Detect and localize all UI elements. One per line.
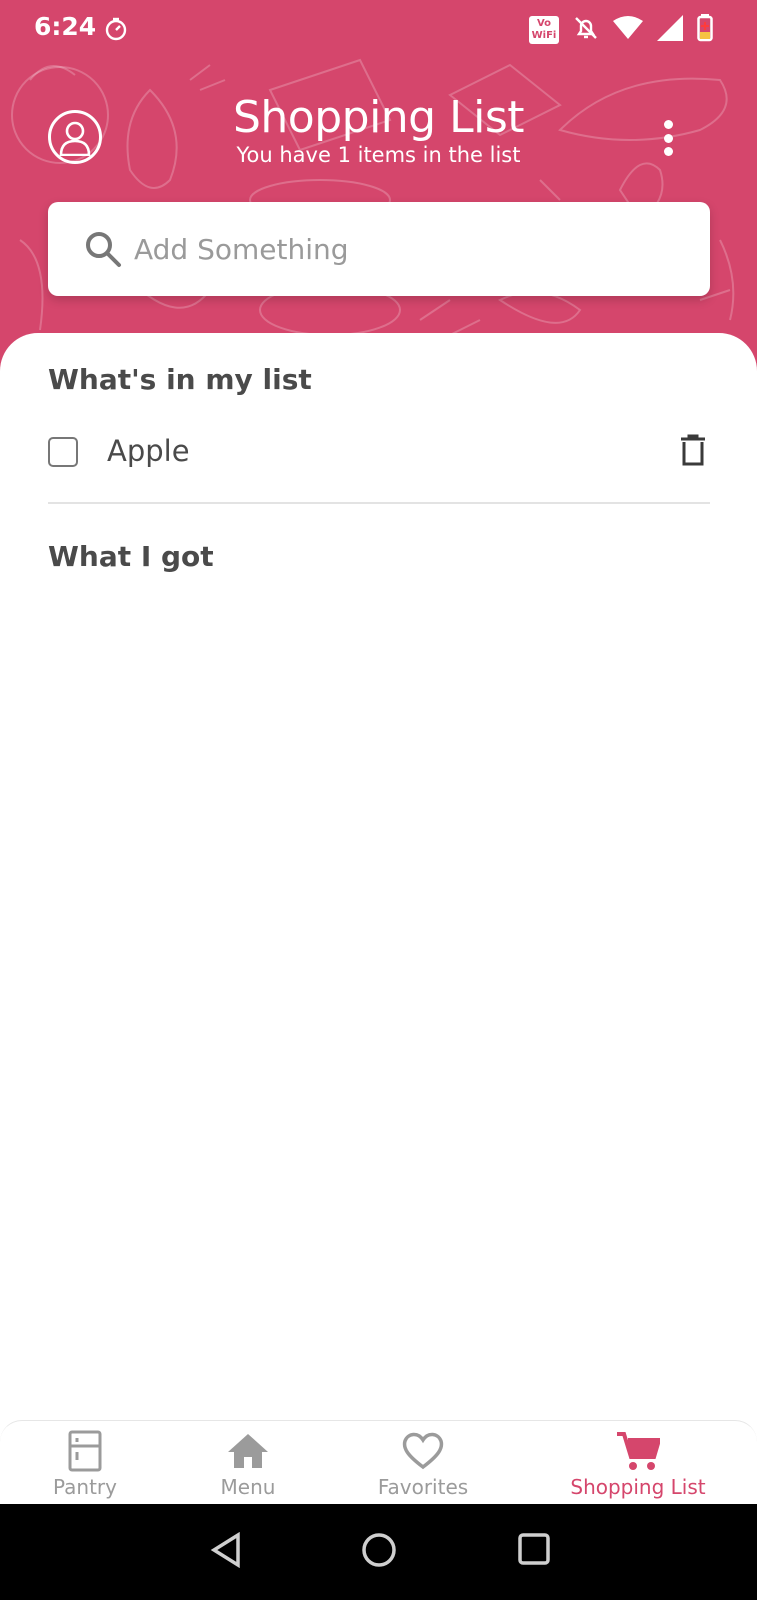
tab-shopping-list[interactable]: Shopping List bbox=[568, 1421, 708, 1505]
bottom-tab-bar: Pantry Menu Favorites Shopping List bbox=[0, 1420, 757, 1504]
wifi-icon bbox=[613, 16, 643, 44]
back-icon bbox=[210, 1531, 240, 1569]
status-bar: 6:24 Vo WiFi bbox=[0, 0, 757, 56]
food-doodle-background bbox=[11, 58, 735, 341]
item-label: Apple bbox=[107, 434, 190, 468]
home-icon bbox=[228, 1434, 268, 1468]
tab-favorites[interactable]: Favorites bbox=[373, 1421, 473, 1505]
tab-label: Pantry bbox=[53, 1475, 117, 1499]
more-options-button[interactable] bbox=[650, 118, 686, 158]
more-vertical-dot bbox=[663, 133, 673, 143]
search-icon bbox=[86, 232, 121, 267]
status-time: 6:24 bbox=[34, 12, 97, 41]
trash-icon bbox=[681, 434, 705, 466]
more-vertical-dot bbox=[663, 147, 673, 156]
home-circle-icon bbox=[362, 1533, 396, 1567]
item-count-subtitle: You have 1 items in the list bbox=[236, 143, 521, 167]
section-title-got: What I got bbox=[48, 540, 214, 573]
page-title: Shopping List bbox=[232, 92, 525, 143]
vowifi-icon: Vo WiFi bbox=[529, 16, 559, 44]
section-divider bbox=[48, 502, 710, 504]
recents-icon bbox=[518, 1533, 550, 1565]
tab-label: Shopping List bbox=[570, 1475, 706, 1499]
search-bar[interactable] bbox=[48, 202, 710, 296]
signal-icon bbox=[657, 15, 683, 45]
cart-icon bbox=[617, 1432, 660, 1470]
home-button[interactable] bbox=[361, 1532, 397, 1572]
delete-item-button[interactable] bbox=[680, 434, 706, 470]
tab-label: Favorites bbox=[377, 1475, 469, 1499]
bell-off-icon bbox=[573, 15, 599, 45]
tab-pantry[interactable]: Pantry bbox=[45, 1421, 125, 1505]
tab-menu[interactable]: Menu bbox=[208, 1421, 288, 1505]
tab-label: Menu bbox=[220, 1475, 276, 1499]
item-checkbox[interactable] bbox=[48, 437, 78, 467]
app-header: 6:24 Vo WiFi Shopping List You have 1 it… bbox=[0, 0, 757, 380]
heart-icon bbox=[402, 1432, 444, 1470]
search-input[interactable] bbox=[134, 232, 674, 266]
battery-icon bbox=[697, 14, 713, 46]
section-title-to-buy: What's in my list bbox=[48, 363, 312, 396]
more-vertical-icon bbox=[663, 120, 673, 129]
fridge-icon bbox=[68, 1430, 102, 1472]
list-item[interactable]: Apple bbox=[48, 428, 710, 478]
list-sheet: What's in my list bbox=[0, 333, 757, 1420]
timer-icon bbox=[104, 16, 128, 46]
back-button[interactable] bbox=[210, 1531, 242, 1572]
status-icons: Vo WiFi bbox=[529, 14, 713, 46]
system-nav-bar bbox=[0, 1504, 757, 1600]
recents-button[interactable] bbox=[517, 1532, 551, 1570]
